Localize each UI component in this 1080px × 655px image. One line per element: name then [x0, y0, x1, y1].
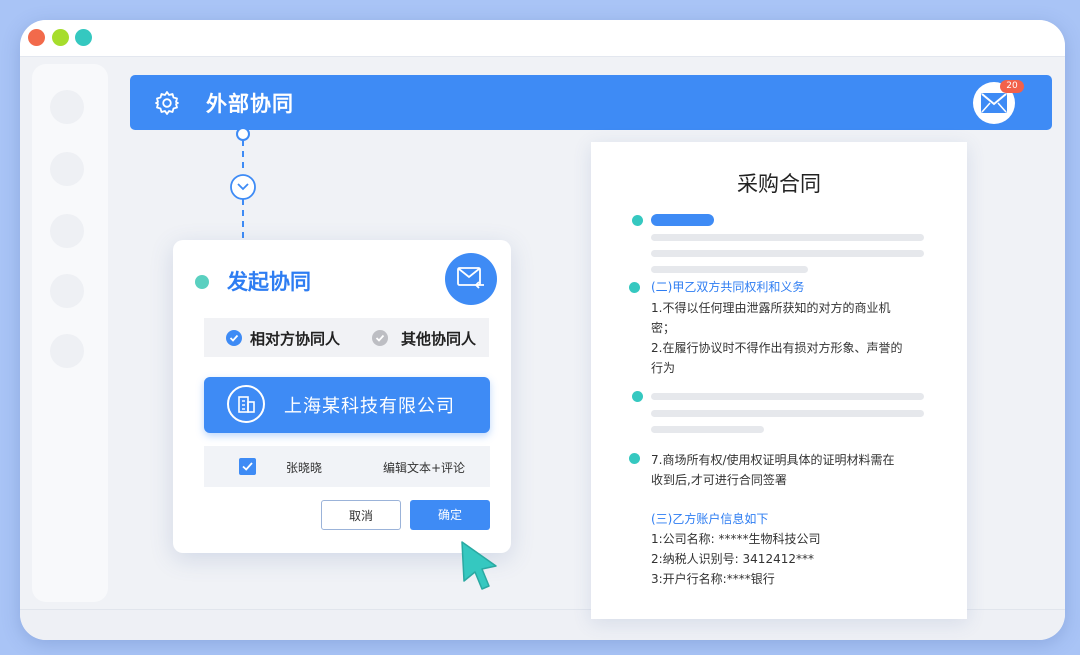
bullet-dot: [632, 391, 643, 402]
maximize-window-button[interactable]: [75, 29, 92, 46]
clause-text: 行为: [651, 361, 676, 375]
bullet-dot: [629, 453, 640, 464]
placeholder-line: [651, 234, 924, 241]
company-select-button[interactable]: 上海某科技有限公司: [204, 377, 490, 433]
sidebar-item[interactable]: [50, 214, 84, 248]
cursor-pointer-icon: [461, 541, 497, 590]
clause-text: 1.不得以任何理由泄露所获知的对方的商业机: [651, 301, 891, 315]
placeholder-line: [651, 266, 808, 273]
title-dot: [195, 275, 209, 289]
placeholder-line: [651, 426, 764, 433]
section-heading: (三)乙方账户信息如下: [651, 512, 769, 526]
member-checkbox[interactable]: [239, 458, 256, 475]
account-info: 1:公司名称: *****生物科技公司: [651, 532, 821, 546]
account-info: 2:纳税人识别号: 3412412***: [651, 552, 814, 566]
clause-text: 2.在履行协议时不得作出有损对方形象、声誉的: [651, 341, 903, 355]
minimize-window-button[interactable]: [52, 29, 69, 46]
title-bar: [20, 20, 1065, 57]
clause-text: 密；: [651, 321, 676, 335]
collaborator-type-selector: 相对方协同人 其他协同人: [204, 318, 489, 357]
account-info: 3:开户行名称:****银行: [651, 572, 775, 586]
gear-icon[interactable]: [154, 90, 180, 116]
sidebar-item[interactable]: [50, 152, 84, 186]
start-collaboration-dialog: 发起协同 相对方协同人 其他协同人 上海某科技有限公司 张晓晓 编辑文本+评论 …: [173, 240, 511, 553]
member-row: 张晓晓 编辑文本+评论: [204, 446, 490, 487]
clause-text: 收到后,才可进行合同签署: [651, 473, 787, 487]
bullet-dot: [632, 215, 643, 226]
sidebar-item[interactable]: [50, 274, 84, 308]
placeholder-line: [651, 410, 924, 417]
header-bar: 外部协同 20: [130, 75, 1052, 130]
cancel-button[interactable]: 取消: [321, 500, 401, 530]
clause-text: 7.商场所有权/使用权证明具体的证明材料需在: [651, 453, 895, 467]
send-mail-icon[interactable]: [445, 253, 497, 305]
sidebar: [32, 64, 108, 602]
company-name: 上海某科技有限公司: [284, 396, 455, 417]
bullet-dot: [629, 282, 640, 293]
dialog-title: 发起协同: [227, 270, 311, 294]
contract-document: 采购合同 (二)甲乙双方共同权利和义务 1.不得以任何理由泄露所获知的对方的商业…: [591, 142, 967, 619]
member-name: 张晓晓: [286, 461, 323, 475]
tab-other-collaborators[interactable]: 其他协同人: [401, 328, 476, 349]
placeholder-line: [651, 250, 924, 257]
flow-connector: [230, 127, 256, 254]
tab-counterparty-collaborators[interactable]: 相对方协同人: [250, 328, 340, 349]
document-title: 采购合同: [737, 172, 821, 196]
sidebar-item[interactable]: [50, 90, 84, 124]
notification-badge: 20: [1000, 80, 1024, 93]
section-heading: (二)甲乙双方共同权利和义务: [651, 280, 805, 294]
check-circle-icon[interactable]: [372, 330, 388, 346]
page-title: 外部协同: [206, 92, 294, 116]
sidebar-item[interactable]: [50, 334, 84, 368]
check-circle-icon[interactable]: [226, 330, 242, 346]
placeholder-line: [651, 393, 924, 400]
building-icon: [227, 385, 265, 423]
close-window-button[interactable]: [28, 29, 45, 46]
placeholder-heading: [651, 214, 714, 226]
member-permission[interactable]: 编辑文本+评论: [383, 459, 465, 476]
confirm-button[interactable]: 确定: [410, 500, 490, 530]
